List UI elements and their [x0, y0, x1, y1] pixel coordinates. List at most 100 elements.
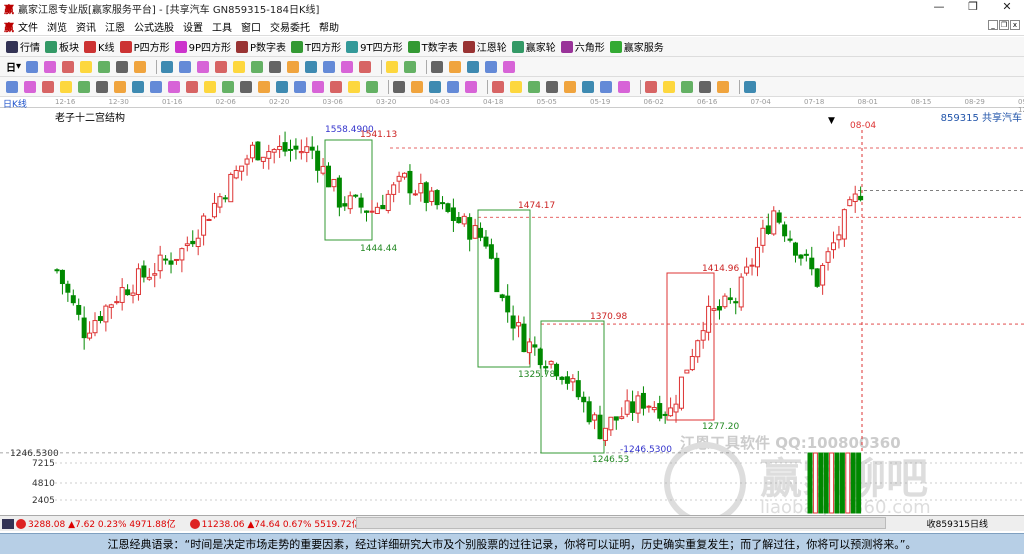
kline-chart[interactable]: 江恩工具软件 QQ:100800360赢家聊吧liaoba.yicf360.co… — [0, 108, 1024, 524]
tool-icon[interactable] — [114, 80, 126, 93]
tool-icon[interactable] — [80, 60, 93, 73]
tool-icon[interactable] — [645, 80, 657, 93]
tool-icon[interactable] — [449, 60, 462, 73]
tool-icon[interactable] — [251, 60, 264, 73]
menu-file[interactable]: 文件 — [18, 19, 38, 34]
shenzhen-index[interactable]: 11238.06 ▲74.64 0.67% 5519.72亿 — [202, 517, 361, 530]
tool-icon[interactable] — [404, 60, 417, 73]
tool-icon[interactable] — [699, 80, 711, 93]
tool-icon[interactable] — [359, 60, 372, 73]
tool-icon[interactable] — [429, 80, 441, 93]
toolbar-button[interactable]: P四方形 — [119, 39, 170, 54]
tool-icon[interactable] — [186, 80, 198, 93]
tool-icon[interactable] — [294, 80, 306, 93]
tool-icon[interactable] — [98, 60, 111, 73]
tool-icon[interactable] — [215, 60, 228, 73]
mdi-restore-button[interactable]: ❐ — [999, 20, 1009, 30]
tool-icon[interactable] — [6, 80, 18, 93]
tool-icon[interactable] — [348, 80, 360, 93]
tool-icon[interactable] — [233, 60, 246, 73]
tool-icon[interactable] — [663, 80, 675, 93]
tool-icon[interactable] — [168, 80, 180, 93]
toolbar-button[interactable]: 赢家轮 — [511, 39, 556, 54]
menu-formula[interactable]: 公式选股 — [134, 19, 174, 34]
tool-icon[interactable] — [62, 60, 75, 73]
calculator-icon[interactable] — [2, 518, 14, 529]
tool-icon[interactable] — [312, 80, 324, 93]
tool-icon[interactable] — [78, 80, 90, 93]
tool-icon[interactable] — [411, 80, 423, 93]
mdi-minimize-button[interactable]: _ — [988, 20, 998, 30]
menu-browse[interactable]: 浏览 — [47, 19, 67, 34]
menu-trade[interactable]: 交易委托 — [270, 19, 310, 34]
toolbar-button[interactable]: 行情 — [6, 39, 40, 54]
tool-icon[interactable] — [161, 60, 174, 73]
menu-news[interactable]: 资讯 — [76, 19, 96, 34]
tool-icon[interactable] — [204, 80, 216, 93]
tool-icon[interactable] — [485, 60, 498, 73]
toolbar-button[interactable]: 六角形 — [560, 39, 605, 54]
period-select[interactable]: 日 ▾ — [6, 59, 21, 74]
tool-icon[interactable] — [431, 60, 444, 73]
tool-icon[interactable] — [341, 60, 354, 73]
tool-icon[interactable] — [503, 60, 516, 73]
tool-icon[interactable] — [582, 80, 594, 93]
maximize-button[interactable]: ❐ — [956, 0, 990, 13]
tool-icon[interactable] — [600, 80, 612, 93]
toolbar-button[interactable]: 江恩轮 — [462, 39, 507, 54]
tool-icon[interactable] — [179, 60, 192, 73]
toolbar-button[interactable]: K线 — [84, 39, 115, 54]
tool-icon[interactable] — [116, 60, 129, 73]
tool-icon[interactable] — [150, 80, 162, 93]
menu-tools[interactable]: 工具 — [212, 19, 232, 34]
tool-icon[interactable] — [564, 80, 576, 93]
menu-window[interactable]: 窗口 — [241, 19, 261, 34]
tool-icon[interactable] — [681, 80, 693, 93]
toolbar-button[interactable]: T数字表 — [407, 39, 458, 54]
close-button[interactable]: ✕ — [990, 0, 1024, 13]
toolbar-button[interactable]: T四方形 — [291, 39, 341, 54]
tool-icon[interactable] — [222, 80, 234, 93]
tool-icon[interactable] — [717, 80, 729, 93]
tool-icon[interactable] — [465, 80, 477, 93]
tool-icon[interactable] — [447, 80, 459, 93]
tool-icon[interactable] — [44, 60, 57, 73]
shanghai-index[interactable]: 3288.08 ▲7.62 0.23% 4971.88亿 — [28, 517, 176, 530]
tool-icon[interactable] — [467, 60, 480, 73]
tool-icon[interactable] — [276, 80, 288, 93]
tool-icon[interactable] — [24, 80, 36, 93]
menu-help[interactable]: 帮助 — [319, 19, 339, 34]
tool-icon[interactable] — [366, 80, 378, 93]
toolbar-button[interactable]: 板块 — [45, 39, 79, 54]
toolbar-button[interactable]: P数字表 — [236, 39, 286, 54]
tool-icon[interactable] — [323, 60, 336, 73]
tool-icon[interactable] — [132, 80, 144, 93]
tool-icon[interactable] — [240, 80, 252, 93]
tool-icon[interactable] — [269, 60, 282, 73]
mdi-close-button[interactable]: x — [1010, 20, 1020, 30]
tool-icon[interactable] — [546, 80, 558, 93]
tool-icon[interactable] — [492, 80, 504, 93]
tool-icon[interactable] — [258, 80, 270, 93]
tool-icon[interactable] — [42, 80, 54, 93]
toolbar-button[interactable]: 9T四方形 — [346, 39, 403, 54]
toolbar-button[interactable]: 赢家服务 — [609, 39, 664, 54]
tool-icon[interactable] — [510, 80, 522, 93]
tool-icon[interactable] — [134, 60, 147, 73]
tool-icon[interactable] — [287, 60, 300, 73]
tool-icon[interactable] — [96, 80, 108, 93]
tool-icon[interactable] — [744, 80, 756, 93]
kline-svg[interactable]: 江恩工具软件 QQ:100800360赢家聊吧liaoba.yicf360.co… — [0, 108, 1024, 524]
horizontal-scrollbar[interactable] — [356, 517, 886, 529]
tool-icon[interactable] — [528, 80, 540, 93]
tool-icon[interactable] — [26, 60, 39, 73]
tool-icon[interactable] — [618, 80, 630, 93]
tool-icon[interactable] — [305, 60, 318, 73]
toolbar-button[interactable]: 9P四方形 — [174, 39, 231, 54]
tool-icon[interactable] — [330, 80, 342, 93]
minimize-button[interactable]: — — [922, 0, 956, 13]
tool-icon[interactable] — [197, 60, 210, 73]
menu-settings[interactable]: 设置 — [183, 19, 203, 34]
tool-icon[interactable] — [60, 80, 72, 93]
tool-icon[interactable] — [393, 80, 405, 93]
